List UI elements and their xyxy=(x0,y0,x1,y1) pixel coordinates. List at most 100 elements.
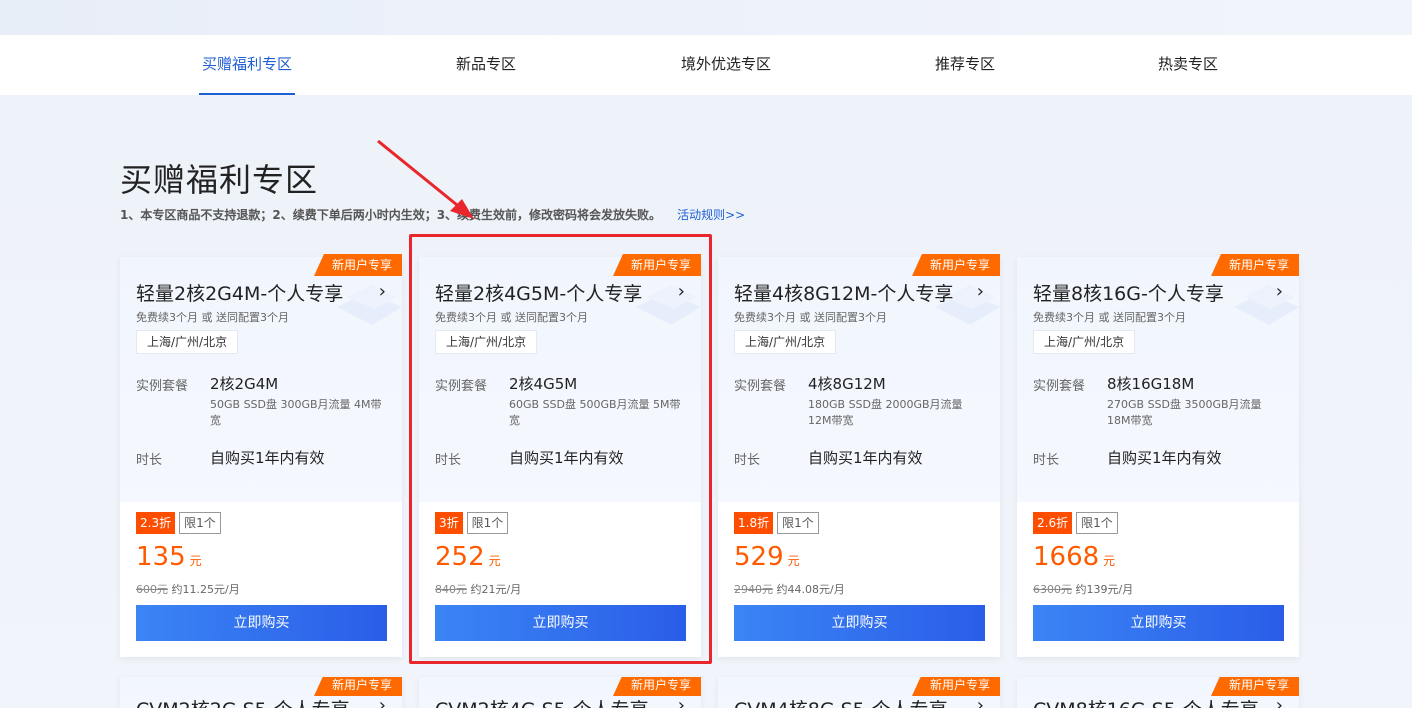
price-value: 1668 xyxy=(1033,542,1100,572)
card-title[interactable]: 轻量2核4G5M-个人专享 xyxy=(435,279,642,306)
price-value: 529 xyxy=(734,542,784,572)
chevron-right-icon[interactable]: › xyxy=(379,281,386,302)
spec-main: 2核2G4M xyxy=(210,375,279,393)
card-subtitle: 免费续3个月 或 送同配置3个月 xyxy=(435,311,588,324)
discount-tag: 2.6折 xyxy=(1033,512,1073,534)
duration-label: 时长 xyxy=(734,453,761,468)
chevron-right-icon[interactable]: › xyxy=(379,695,386,708)
chevron-right-icon[interactable]: › xyxy=(977,281,984,302)
new-user-badge: 新用户专享 xyxy=(1210,677,1299,696)
card-subtitle: 免费续3个月 或 送同配置3个月 xyxy=(734,311,887,324)
card-header-area: 轻量2核2G4M-个人专享 › 免费续3个月 或 送同配置3个月 上海/广州/北… xyxy=(120,257,402,502)
price-unit: 元 xyxy=(189,554,202,568)
top-banner xyxy=(0,0,1412,36)
card-title[interactable]: 轻量2核2G4M-个人专享 xyxy=(136,279,343,306)
spec-label: 实例套餐 xyxy=(1033,379,1086,394)
price-unit: 元 xyxy=(1103,554,1116,568)
product-card: CVM8核16G S5-个人专享 › 新用户专享 xyxy=(1017,677,1299,708)
limit-tag: 限1个 xyxy=(777,512,819,534)
limit-tag: 限1个 xyxy=(466,512,509,534)
discount-tag: 1.8折 xyxy=(734,512,774,534)
price: 135 元 xyxy=(136,542,202,572)
duration-label: 时长 xyxy=(136,453,163,468)
product-card: 轻量4核8G12M-个人专享 › 免费续3个月 或 送同配置3个月 上海/广州/… xyxy=(718,254,1000,657)
discount-tag: 3折 xyxy=(435,512,463,534)
monthly-price: 约139元/月 xyxy=(1075,583,1134,596)
card-tags: 3折 限1个 xyxy=(435,512,509,534)
new-user-badge: 新用户专享 xyxy=(911,677,1000,696)
card-subtitle: 免费续3个月 或 送同配置3个月 xyxy=(1033,311,1186,324)
card-tags: 1.8折 限1个 xyxy=(734,512,819,534)
price-value: 252 xyxy=(435,542,485,572)
new-user-badge: 新用户专享 xyxy=(313,677,402,696)
product-card: 轻量8核16G-个人专享 › 免费续3个月 或 送同配置3个月 上海/广州/北京… xyxy=(1017,254,1299,657)
duration-value: 自购买1年内有效 xyxy=(808,449,923,467)
tab-gift-welfare[interactable]: 买赠福利专区 xyxy=(199,35,295,95)
price: 1668 元 xyxy=(1033,542,1115,572)
card-title[interactable]: 轻量8核16G-个人专享 xyxy=(1033,279,1224,306)
chevron-right-icon[interactable]: › xyxy=(678,695,685,708)
price-unit: 元 xyxy=(787,554,800,568)
buy-now-button[interactable]: 立即购买 xyxy=(136,605,387,641)
card-title[interactable]: CVM2核4G S5-个人专享 xyxy=(435,695,649,708)
price-unit: 元 xyxy=(488,554,501,568)
spec-detail: 270GB SSD盘 3500GB月流量 18M带宽 xyxy=(1107,398,1262,427)
limit-tag: 限1个 xyxy=(1076,512,1118,534)
buy-now-button[interactable]: 立即购买 xyxy=(734,605,985,641)
zone-tab-bar: 买赠福利专区 新品专区 境外优选专区 推荐专区 热卖专区 xyxy=(0,35,1412,95)
chevron-right-icon[interactable]: › xyxy=(678,281,685,302)
region-tag: 上海/广州/北京 xyxy=(136,330,239,354)
spec-detail: 60GB SSD盘 500GB月流量 5M带宽 xyxy=(509,398,681,427)
price-value: 135 xyxy=(136,542,186,572)
chevron-right-icon[interactable]: › xyxy=(1276,695,1283,708)
region-tag: 上海/广州/北京 xyxy=(734,330,837,354)
duration-label: 时长 xyxy=(1033,453,1060,468)
spec-detail: 50GB SSD盘 300GB月流量 4M带宽 xyxy=(210,398,382,427)
discount-tag: 2.3折 xyxy=(136,512,176,534)
original-price: 600元 xyxy=(136,583,168,596)
new-user-badge: 新用户专享 xyxy=(612,677,701,696)
duration-value: 自购买1年内有效 xyxy=(210,449,325,467)
spec-label: 实例套餐 xyxy=(734,379,787,394)
section-title: 买赠福利专区 xyxy=(120,161,319,199)
price: 252 元 xyxy=(435,542,501,572)
original-price-line: 6300元 约139元/月 xyxy=(1033,581,1133,597)
chevron-right-icon[interactable]: › xyxy=(977,695,984,708)
product-card: CVM4核8G S5-个人专享 › 新用户专享 xyxy=(718,677,1000,708)
card-title[interactable]: CVM4核8G S5-个人专享 xyxy=(734,695,948,708)
new-user-badge: 新用户专享 xyxy=(612,254,701,276)
original-price: 6300元 xyxy=(1033,583,1072,596)
activity-rules-link[interactable]: 活动规则>> xyxy=(677,208,745,222)
duration-value: 自购买1年内有效 xyxy=(1107,449,1222,467)
card-title[interactable]: 轻量4核8G12M-个人专享 xyxy=(734,279,953,306)
tab-hot-sale[interactable]: 热卖专区 xyxy=(1156,35,1220,95)
original-price-line: 840元 约21元/月 xyxy=(435,581,521,597)
card-title[interactable]: CVM8核16G S5-个人专享 xyxy=(1033,695,1259,708)
tab-new-products[interactable]: 新品专区 xyxy=(454,35,518,95)
card-decoration-icon xyxy=(1234,285,1299,325)
buy-now-button[interactable]: 立即购买 xyxy=(1033,605,1284,641)
product-card: 轻量2核2G4M-个人专享 › 免费续3个月 或 送同配置3个月 上海/广州/北… xyxy=(120,254,402,657)
product-card: 轻量2核4G5M-个人专享 › 免费续3个月 或 送同配置3个月 上海/广州/北… xyxy=(419,254,701,657)
original-price-line: 600元 约11.25元/月 xyxy=(136,581,240,597)
buy-now-button[interactable]: 立即购买 xyxy=(435,605,686,641)
region-tag: 上海/广州/北京 xyxy=(1033,330,1136,354)
chevron-right-icon[interactable]: › xyxy=(1276,281,1283,302)
monthly-price: 约11.25元/月 xyxy=(171,583,240,596)
spec-detail: 180GB SSD盘 2000GB月流量 12M带宽 xyxy=(808,398,963,427)
spec-main: 4核8G12M xyxy=(808,375,886,393)
tab-recommended[interactable]: 推荐专区 xyxy=(933,35,997,95)
card-title[interactable]: CVM2核2G S5-个人专享 xyxy=(136,695,350,708)
card-tags: 2.3折 限1个 xyxy=(136,512,221,534)
monthly-price: 约21元/月 xyxy=(470,583,522,596)
new-user-badge: 新用户专享 xyxy=(911,254,1000,276)
tab-overseas[interactable]: 境外优选专区 xyxy=(678,35,774,95)
price: 529 元 xyxy=(734,542,800,572)
original-price-line: 2940元 约44.08元/月 xyxy=(734,581,845,597)
duration-value: 自购买1年内有效 xyxy=(509,449,624,467)
card-header-area: 轻量8核16G-个人专享 › 免费续3个月 或 送同配置3个月 上海/广州/北京… xyxy=(1017,257,1299,502)
new-user-badge: 新用户专享 xyxy=(1210,254,1299,276)
card-subtitle: 免费续3个月 或 送同配置3个月 xyxy=(136,311,289,324)
product-card: CVM2核4G S5-个人专享 › 新用户专享 xyxy=(419,677,701,708)
notice-text: 1、本专区商品不支持退款；2、续费下单后两小时内生效；3、续费生效前，修改密码将… xyxy=(120,206,745,223)
